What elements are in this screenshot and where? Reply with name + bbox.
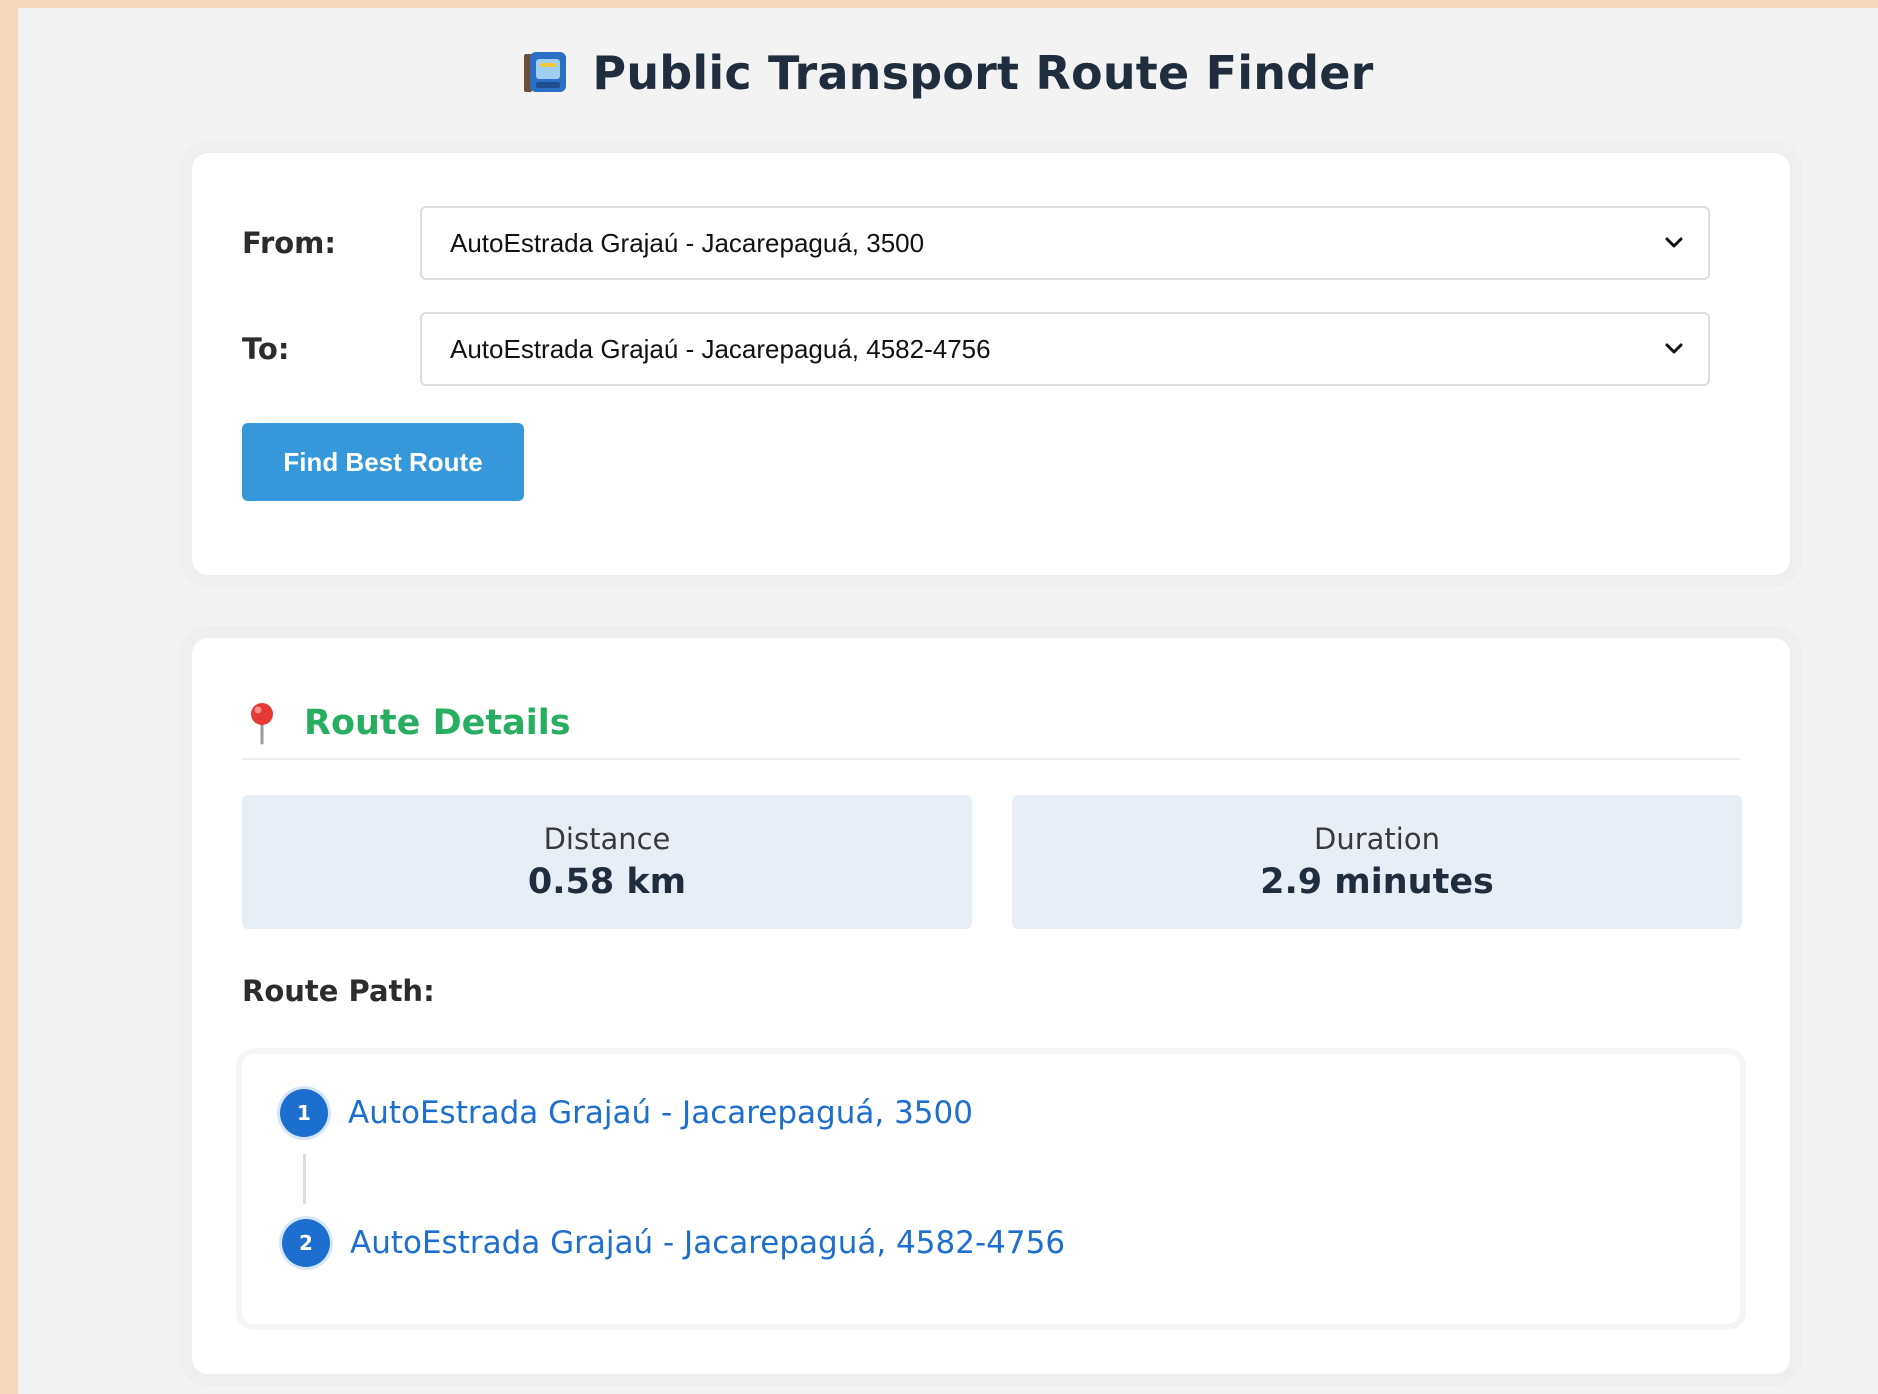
route-path-list: 1 AutoEstrada Grajaú - Jacarepaguá, 3500… [242,1054,1740,1324]
route-details-header: Route Details [242,688,1740,760]
duration-stat: Duration 2.9 minutes [1012,795,1742,929]
distance-value: 0.58 km [527,862,687,902]
to-row: To: AutoEstrada Grajaú - Jacarepaguá, 45… [242,311,1710,387]
pin-icon [242,701,282,745]
to-label: To: [242,332,290,366]
page: Public Transport Route Finder From: Auto… [18,8,1878,1394]
route-step: 2 AutoEstrada Grajaú - Jacarepaguá, 4582… [282,1219,1065,1267]
duration-label: Duration [1314,822,1440,856]
page-header: Public Transport Route Finder [18,38,1878,108]
find-best-route-button[interactable]: Find Best Route [242,423,524,501]
route-step: 1 AutoEstrada Grajaú - Jacarepaguá, 3500 [280,1089,973,1137]
tram-icon [522,50,570,96]
step-number-badge: 1 [280,1089,328,1137]
route-step-stop[interactable]: AutoEstrada Grajaú - Jacarepaguá, 3500 [348,1095,973,1131]
to-select[interactable]: AutoEstrada Grajaú - Jacarepaguá, 4582-4… [420,312,1710,386]
route-form-card: From: AutoEstrada Grajaú - Jacarepaguá, … [192,153,1790,575]
route-details-title: Route Details [304,703,571,743]
route-path-label: Route Path: [242,974,435,1008]
from-row: From: AutoEstrada Grajaú - Jacarepaguá, … [242,205,1710,281]
chevron-down-icon [1660,335,1688,363]
duration-value: 2.9 minutes [1260,862,1494,902]
page-title: Public Transport Route Finder [592,46,1374,100]
route-details-card: Route Details Distance 0.58 km Duration … [192,638,1790,1374]
distance-stat: Distance 0.58 km [242,795,972,929]
from-select-value: AutoEstrada Grajaú - Jacarepaguá, 3500 [450,227,925,258]
distance-label: Distance [543,822,671,856]
step-number-badge: 2 [282,1219,330,1267]
from-label: From: [242,226,336,260]
from-select[interactable]: AutoEstrada Grajaú - Jacarepaguá, 3500 [420,206,1710,280]
chevron-down-icon [1660,229,1688,257]
to-select-value: AutoEstrada Grajaú - Jacarepaguá, 4582-4… [450,333,991,364]
route-connector [303,1154,306,1204]
route-step-stop[interactable]: AutoEstrada Grajaú - Jacarepaguá, 4582-4… [350,1225,1065,1261]
